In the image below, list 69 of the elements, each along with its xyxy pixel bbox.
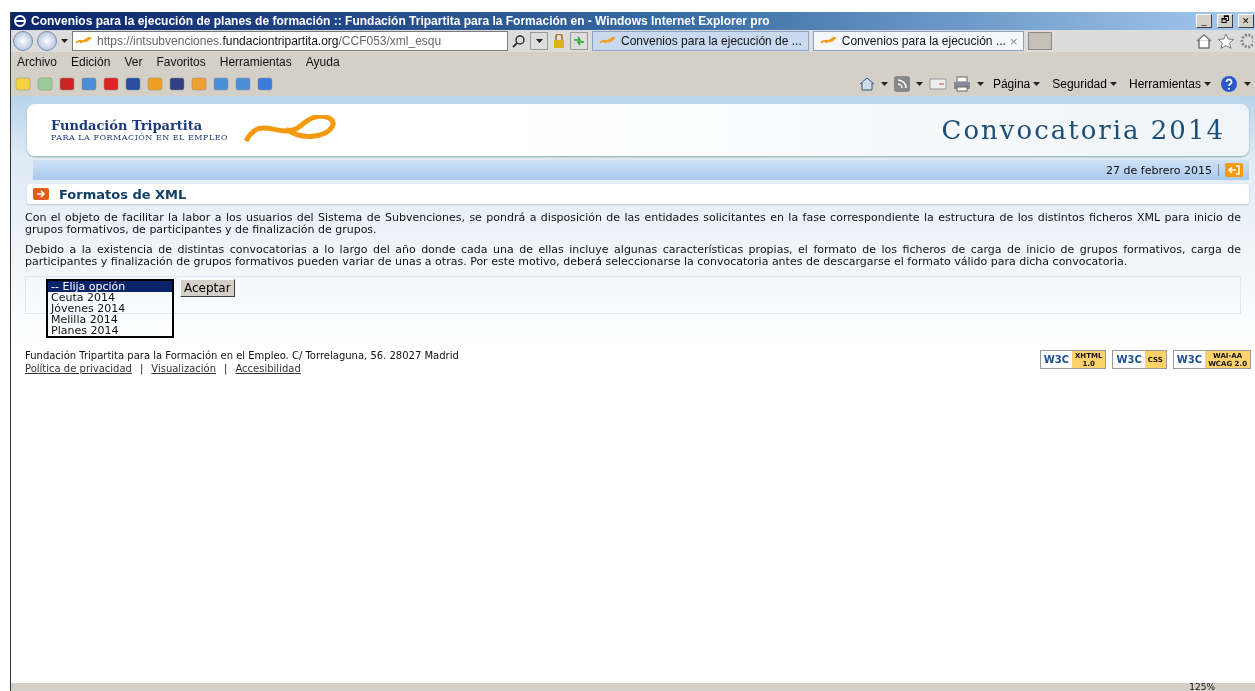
caret-icon — [880, 82, 888, 86]
command-menu-button[interactable]: Página — [989, 77, 1044, 91]
menu-item[interactable]: Herramientas — [219, 55, 292, 69]
menu-item[interactable]: Ver — [124, 55, 143, 69]
address-field[interactable]: https://intsubvenciones.fundaciontripartita.org/CCF053/xml_esqu — [72, 31, 508, 51]
favorite-link-icon[interactable] — [169, 77, 185, 91]
window-control-button[interactable]: 🗗 — [1217, 14, 1233, 28]
forward-button[interactable] — [37, 31, 57, 51]
menu-item[interactable]: Edición — [71, 55, 111, 69]
menu-item[interactable]: Archivo — [17, 55, 57, 69]
favorite-link-icon[interactable] — [59, 77, 75, 91]
favorite-link-icon[interactable] — [257, 77, 273, 91]
caret-icon — [1033, 82, 1041, 86]
lock-icon[interactable] — [552, 34, 566, 48]
home-icon[interactable] — [858, 77, 875, 91]
zoom-level[interactable]: 125% — [1189, 682, 1215, 691]
search-icon[interactable] — [512, 34, 526, 48]
browser-tab[interactable]: Convenios para la ejecución de ... — [592, 31, 809, 51]
list-option[interactable]: Planes 2014 — [48, 325, 172, 336]
list-option[interactable]: -- Elija opción — [48, 281, 172, 292]
refresh-button[interactable] — [570, 32, 588, 50]
window-control-button[interactable]: ✕ — [1238, 14, 1254, 28]
list-option[interactable]: Jóvenes 2014 — [48, 303, 172, 314]
link-separator: | — [224, 363, 228, 374]
footer-link[interactable]: Política de privacidad — [25, 363, 132, 374]
caret-icon — [976, 82, 984, 86]
link-separator: | — [139, 363, 144, 374]
favorite-link-icon[interactable] — [125, 77, 141, 91]
refresh-arrows-icon — [573, 36, 585, 46]
list-option[interactable]: Ceuta 2014 — [48, 292, 172, 303]
back-button[interactable] — [13, 31, 33, 51]
footer-address: Fundación Tripartita para la Formación en el Empleo. C/ Torrelaguna, 56. 28027 Madrid — [25, 350, 459, 361]
window-title: Convenios para la ejecución de planes de formación :: Fundación Tripartita para la Formación en - Windows Internet Explorer pro — [31, 14, 771, 28]
rss-feed-icon[interactable] — [893, 76, 910, 92]
new-tab-button[interactable] — [1028, 32, 1053, 50]
arrow-right-icon — [33, 188, 49, 200]
list-option[interactable]: Melilla 2014 — [48, 314, 172, 325]
caret-icon — [1244, 82, 1251, 86]
caret-icon — [1109, 82, 1117, 86]
caret-icon — [915, 82, 923, 86]
caret-icon — [61, 39, 68, 43]
org-name: Fundación Tripartita — [51, 118, 204, 133]
command-menu-button[interactable]: Herramientas — [1125, 77, 1214, 91]
footer-link[interactable]: Visualización — [151, 363, 217, 374]
option-list[interactable]: -- Elija opción Ceuta 2014 Jóvenes 2014 Melilla 2014 Planes 2014 — [46, 279, 174, 338]
org-subtitle: PARA LA FORMACIÓN EN EL EMPLEO — [51, 133, 229, 142]
browser-tab[interactable]: Convenios para la ejecución ... × — [812, 31, 1025, 51]
menu-item[interactable]: Ayuda — [305, 55, 340, 69]
date-label: 27 de febrero 2015 — [1106, 163, 1212, 177]
caret-icon — [1204, 82, 1211, 86]
accept-button[interactable]: Aceptar — [180, 279, 235, 297]
description-paragraph: Debido a la existencia de distintas convocatorias a lo largo del año donde cada una de ellas incluye algunas características propias, el formato de los ficheros de carga de inicio de grupos formativos, carga de participantes y finalización de grupos formativos pueden variar de unas a otras. Por este motivo, deberá seleccionarse la convocatoria antes de descargarse el formato válido para dicha convocatoria. — [25, 244, 1241, 268]
command-menu-button[interactable]: Seguridad — [1049, 77, 1120, 91]
section-title: Formatos de XML — [59, 186, 187, 202]
settings-icon[interactable] — [1239, 33, 1253, 49]
page-title: Convocatoria 2014 — [941, 115, 1225, 145]
footer-link[interactable]: Accesibilidad — [235, 363, 301, 374]
favorite-link-icon[interactable] — [103, 77, 119, 91]
star-icon[interactable] — [1217, 33, 1235, 49]
description-paragraph: Con el objeto de facilitar la labor a los usuarios del Sistema de Subvenciones, se pondrá a disposición de las entidades solicitantes en la fase correspondiente la estructura de los distintos ficheros XML para inicio de grupos formativos, de participantes y de finalización de grupos. — [25, 212, 1241, 236]
mail-icon[interactable] — [928, 78, 947, 90]
help-icon[interactable] — [1220, 75, 1238, 93]
dropdown-button[interactable] — [530, 32, 548, 50]
home-icon[interactable] — [1195, 33, 1213, 49]
caret-icon — [535, 39, 543, 43]
printer-icon[interactable] — [952, 76, 971, 92]
exit-icon[interactable] — [1225, 163, 1243, 177]
window-control-button[interactable]: _ — [1196, 14, 1212, 28]
menu-item[interactable]: Favoritos — [156, 55, 206, 69]
